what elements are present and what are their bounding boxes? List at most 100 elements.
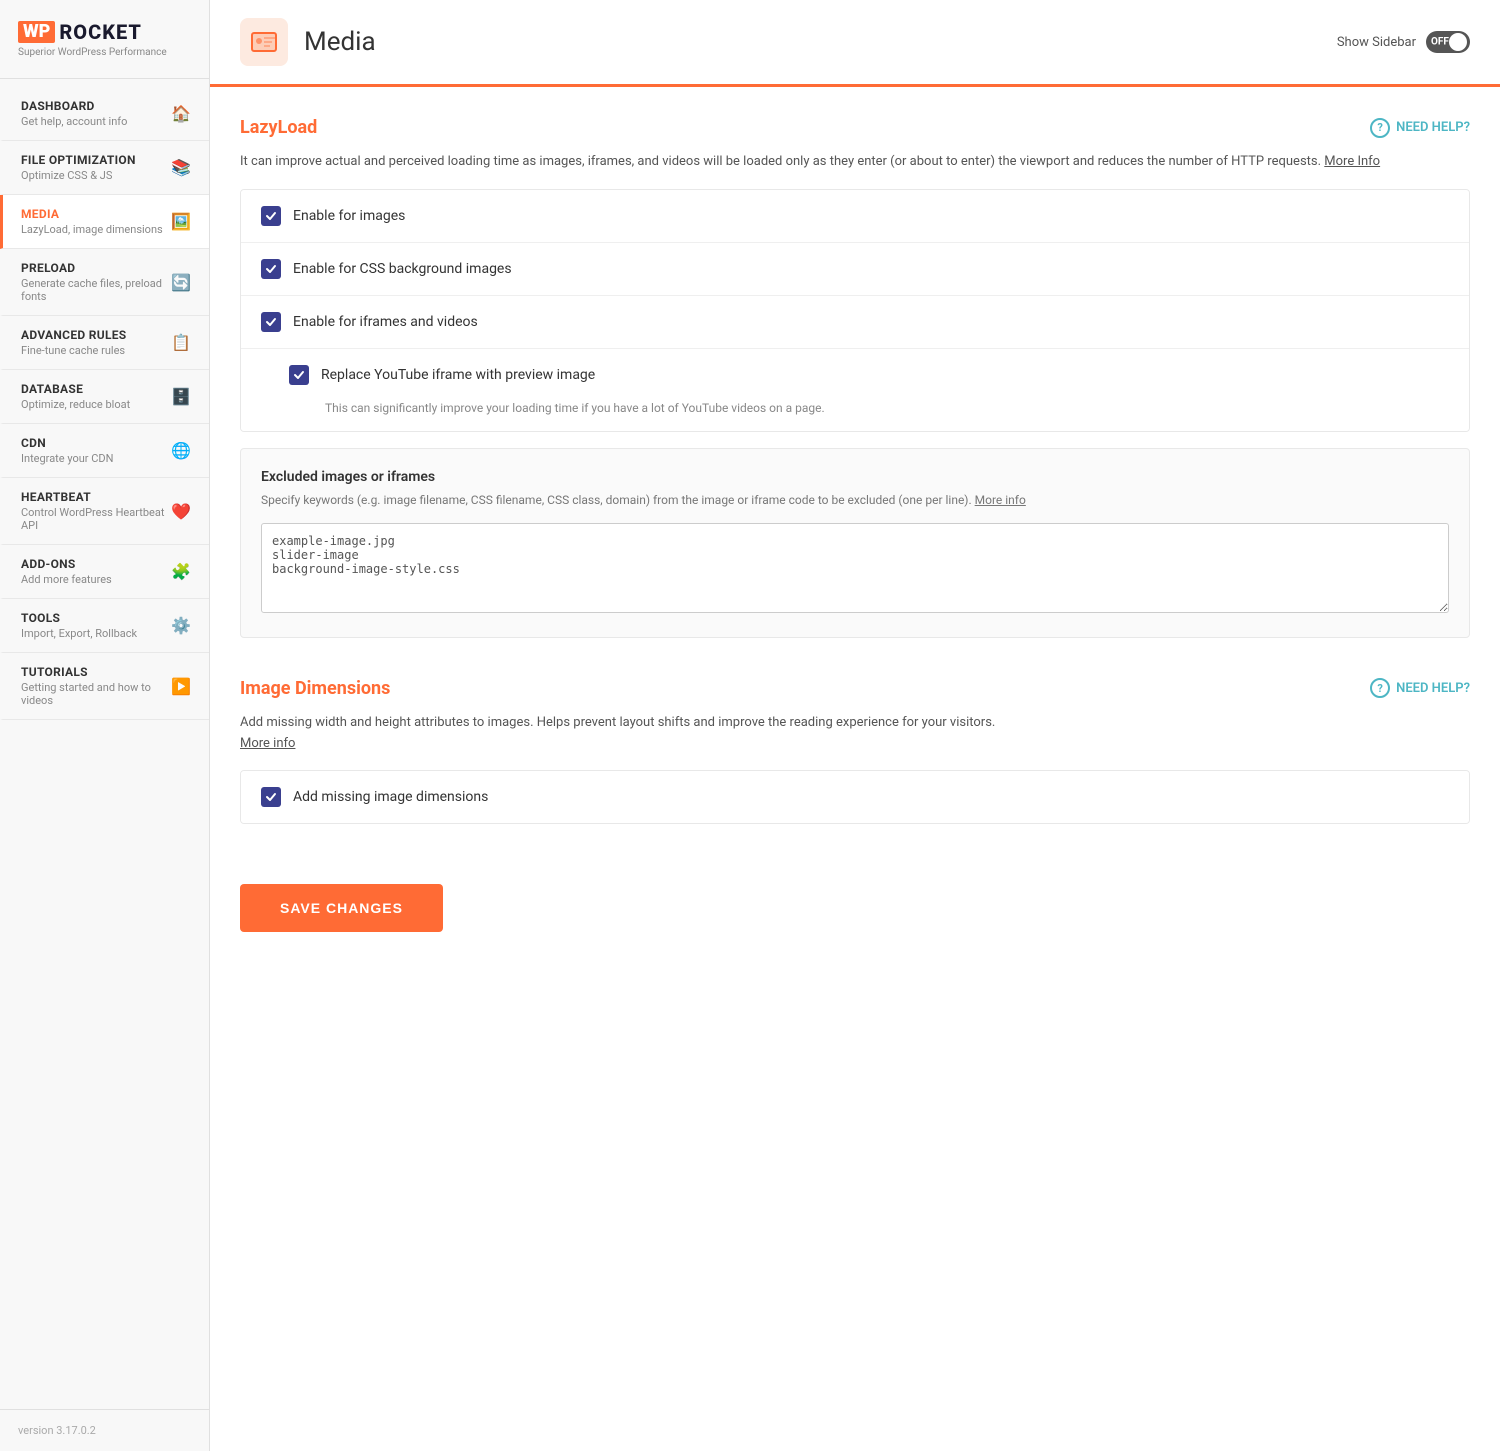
nav-subtitle-cdn: Integrate your CDN [21, 452, 113, 465]
nav-icon-advanced-rules: 📋 [171, 333, 191, 352]
nav-item-text-file-optimization: FILE OPTIMIZATION Optimize CSS & JS [21, 153, 136, 182]
page-header-left: Media [240, 18, 376, 66]
sidebar-item-add-ons[interactable]: ADD-ONS Add more features 🧩 [0, 545, 209, 599]
lazyload-desc: It can improve actual and perceived load… [240, 152, 1470, 173]
nav-title-database: DATABASE [21, 382, 130, 396]
nav-item-text-add-ons: ADD-ONS Add more features [21, 557, 112, 586]
nav-title-heartbeat: HEARTBEAT [21, 490, 171, 504]
logo-rocket: ROCKET [59, 20, 142, 44]
content-area: LazyLoad ? NEED HELP? It can improve act… [210, 87, 1500, 1451]
nav-title-add-ons: ADD-ONS [21, 557, 112, 571]
excluded-more-info[interactable]: More info [975, 493, 1026, 507]
page-header: Media Show Sidebar OFF [210, 0, 1500, 87]
image-dimensions-need-help[interactable]: ? NEED HELP? [1370, 678, 1470, 698]
sidebar-nav: DASHBOARD Get help, account info 🏠 FILE … [0, 79, 209, 1409]
excluded-desc: Specify keywords (e.g. image filename, C… [261, 491, 1449, 509]
nav-title-file-optimization: FILE OPTIMIZATION [21, 153, 136, 167]
image-dimensions-desc: Add missing width and height attributes … [240, 713, 1470, 755]
label-enable-iframes: Enable for iframes and videos [293, 314, 478, 330]
excluded-section: Excluded images or iframes Specify keywo… [240, 448, 1470, 638]
label-youtube: Replace YouTube iframe with preview imag… [321, 367, 595, 383]
nav-subtitle-media: LazyLoad, image dimensions [21, 223, 163, 236]
main-content: Media Show Sidebar OFF LazyLoad ? NEED H… [210, 0, 1500, 1451]
sidebar-item-preload[interactable]: PRELOAD Generate cache files, preload fo… [0, 249, 209, 316]
need-help-label: NEED HELP? [1396, 120, 1470, 135]
lazyload-more-info[interactable]: More Info [1324, 154, 1380, 169]
nav-icon-add-ons: 🧩 [171, 562, 191, 581]
toggle-track[interactable]: OFF [1426, 31, 1470, 53]
logo-tagline: Superior WordPress Performance [18, 47, 191, 58]
sidebar-version: version 3.17.0.2 [0, 1409, 209, 1451]
nav-subtitle-tutorials: Getting started and how to videos [21, 681, 171, 707]
sidebar-toggle[interactable]: OFF [1426, 31, 1470, 53]
sidebar-item-file-optimization[interactable]: FILE OPTIMIZATION Optimize CSS & JS 📚 [0, 141, 209, 195]
lazyload-header: LazyLoad ? NEED HELP? [240, 117, 1470, 138]
nav-icon-tools: ⚙️ [171, 616, 191, 635]
page-icon [240, 18, 288, 66]
need-help-icon: ? [1370, 118, 1390, 138]
nav-item-text-cdn: CDN Integrate your CDN [21, 436, 113, 465]
image-dimensions-header: Image Dimensions ? NEED HELP? [240, 678, 1470, 699]
nav-subtitle-tools: Import, Export, Rollback [21, 627, 137, 640]
sidebar-item-cdn[interactable]: CDN Integrate your CDN 🌐 [0, 424, 209, 478]
nav-icon-file-optimization: 📚 [171, 158, 191, 177]
lazyload-title: LazyLoad [240, 117, 317, 138]
checkbox-youtube[interactable] [289, 365, 309, 385]
page-title: Media [304, 27, 376, 57]
youtube-option-main: Replace YouTube iframe with preview imag… [289, 365, 595, 385]
excluded-textarea[interactable]: example-image.jpg slider-image backgroun… [261, 523, 1449, 613]
nav-item-text-advanced-rules: ADVANCED RULES Fine-tune cache rules [21, 328, 126, 357]
label-add-dimensions: Add missing image dimensions [293, 789, 488, 805]
nav-subtitle-heartbeat: Control WordPress Heartbeat API [21, 506, 171, 532]
nav-subtitle-database: Optimize, reduce bloat [21, 398, 130, 411]
nav-subtitle-file-optimization: Optimize CSS & JS [21, 169, 136, 182]
sidebar-item-advanced-rules[interactable]: ADVANCED RULES Fine-tune cache rules 📋 [0, 316, 209, 370]
option-enable-images: Enable for images [241, 190, 1469, 243]
nav-title-tutorials: TUTORIALS [21, 665, 171, 679]
youtube-note: This can significantly improve your load… [325, 401, 825, 415]
save-button[interactable]: SAVE CHANGES [240, 884, 443, 932]
checkbox-add-dimensions[interactable] [261, 787, 281, 807]
label-enable-css-bg: Enable for CSS background images [293, 261, 512, 277]
option-youtube: Replace YouTube iframe with preview imag… [241, 349, 1469, 431]
lazyload-need-help[interactable]: ? NEED HELP? [1370, 118, 1470, 138]
sidebar-item-tutorials[interactable]: TUTORIALS Getting started and how to vid… [0, 653, 209, 720]
logo-wp: WP [18, 21, 55, 43]
nav-title-preload: PRELOAD [21, 261, 171, 275]
sidebar-item-tools[interactable]: TOOLS Import, Export, Rollback ⚙️ [0, 599, 209, 653]
sidebar-item-dashboard[interactable]: DASHBOARD Get help, account info 🏠 [0, 87, 209, 141]
page-header-right: Show Sidebar OFF [1337, 31, 1470, 53]
nav-item-text-tools: TOOLS Import, Export, Rollback [21, 611, 137, 640]
option-add-dimensions: Add missing image dimensions [241, 771, 1469, 823]
image-dimensions-section: Image Dimensions ? NEED HELP? Add missin… [240, 678, 1470, 825]
image-dimensions-options: Add missing image dimensions [240, 770, 1470, 824]
label-enable-images: Enable for images [293, 208, 405, 224]
sidebar-item-heartbeat[interactable]: HEARTBEAT Control WordPress Heartbeat AP… [0, 478, 209, 545]
nav-icon-dashboard: 🏠 [171, 104, 191, 123]
logo-area: WP ROCKET Superior WordPress Performance [0, 0, 209, 79]
nav-title-tools: TOOLS [21, 611, 137, 625]
nav-item-text-dashboard: DASHBOARD Get help, account info [21, 99, 127, 128]
nav-icon-tutorials: ▶️ [171, 677, 191, 696]
nav-title-cdn: CDN [21, 436, 113, 450]
checkbox-enable-css-bg[interactable] [261, 259, 281, 279]
lazyload-section: LazyLoad ? NEED HELP? It can improve act… [240, 117, 1470, 638]
image-dimensions-title: Image Dimensions [240, 678, 390, 699]
image-dimensions-more-info[interactable]: More info [240, 736, 295, 751]
nav-icon-media: 🖼️ [171, 212, 191, 231]
image-dimensions-help-icon: ? [1370, 678, 1390, 698]
image-dimensions-help-label: NEED HELP? [1396, 681, 1470, 696]
nav-item-text-database: DATABASE Optimize, reduce bloat [21, 382, 130, 411]
nav-icon-heartbeat: ❤️ [171, 502, 191, 521]
nav-icon-database: 🗄️ [171, 387, 191, 406]
sidebar: WP ROCKET Superior WordPress Performance… [0, 0, 210, 1451]
nav-subtitle-add-ons: Add more features [21, 573, 112, 586]
sidebar-item-media[interactable]: MEDIA LazyLoad, image dimensions 🖼️ [0, 195, 209, 249]
nav-subtitle-advanced-rules: Fine-tune cache rules [21, 344, 126, 357]
sidebar-item-database[interactable]: DATABASE Optimize, reduce bloat 🗄️ [0, 370, 209, 424]
show-sidebar-label: Show Sidebar [1337, 35, 1416, 50]
excluded-title: Excluded images or iframes [261, 469, 1449, 485]
checkbox-enable-images[interactable] [261, 206, 281, 226]
nav-item-text-media: MEDIA LazyLoad, image dimensions [21, 207, 163, 236]
checkbox-enable-iframes[interactable] [261, 312, 281, 332]
